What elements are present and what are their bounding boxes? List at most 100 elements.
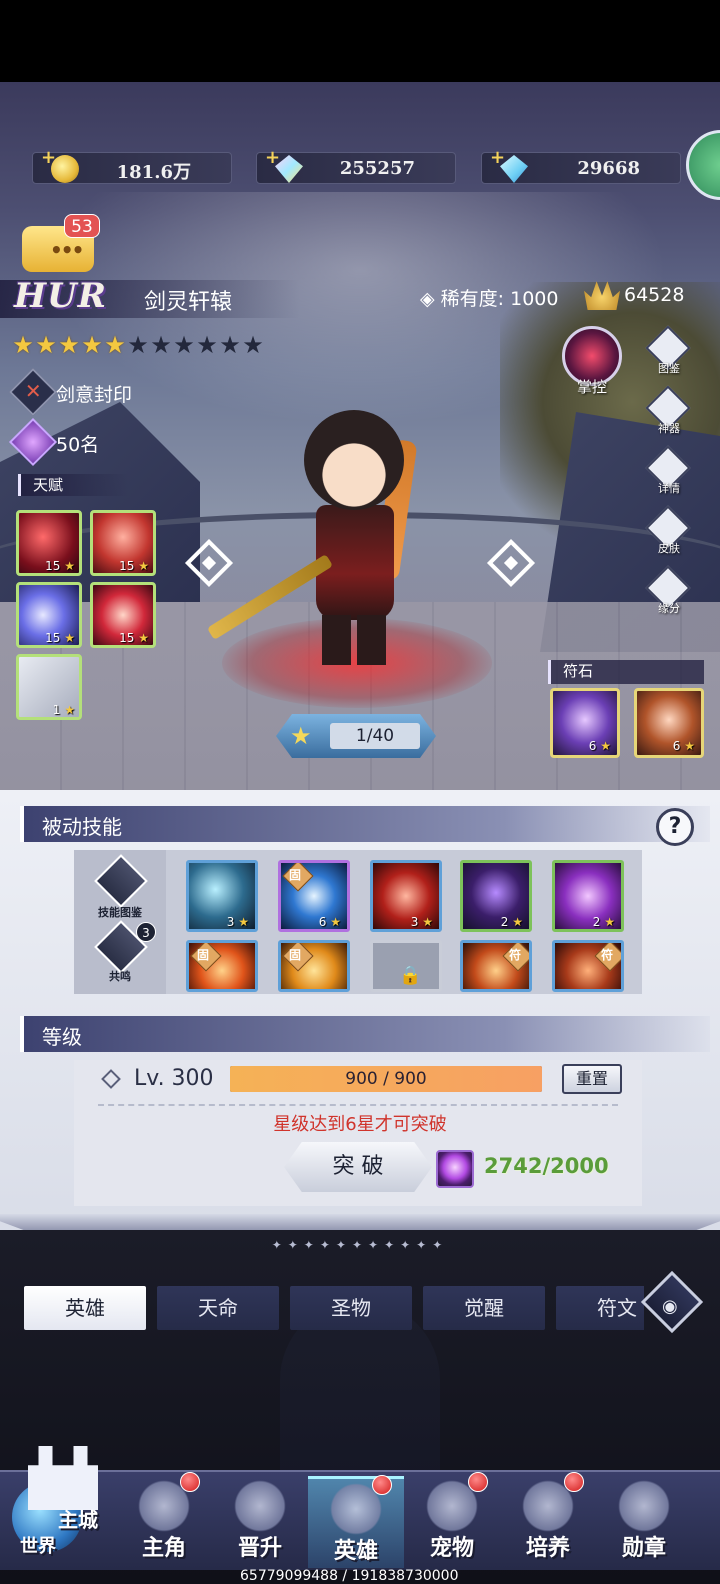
- gem-resource[interactable]: + 255257: [256, 147, 456, 184]
- skill-codex-button[interactable]: 技能图鉴: [90, 854, 150, 919]
- talent-skill-4[interactable]: 15: [90, 582, 156, 648]
- skill-codex-label: 技能图鉴: [98, 906, 142, 919]
- star-rating: ★ ★ ★ ★ ★ ★ ★ ★ ★ ★ ★: [12, 331, 264, 359]
- rarity-label: 稀有度:: [440, 288, 505, 310]
- fixed-tag: 固: [197, 948, 210, 962]
- gold-resource[interactable]: + 181.6万: [32, 147, 232, 184]
- tab-relic[interactable]: 圣物: [290, 1286, 412, 1330]
- star-empty-icon: ★: [219, 331, 241, 359]
- passive-skill-4[interactable]: 2: [460, 860, 532, 932]
- resonance-label: 共鸣: [109, 970, 131, 983]
- ellipsis-icon: •••: [50, 238, 84, 262]
- nav-protagonist[interactable]: 主角: [116, 1472, 212, 1568]
- passive-skill-1[interactable]: 3: [186, 860, 258, 932]
- passive-skill-2[interactable]: 固 6: [278, 860, 350, 932]
- passive-skill-9[interactable]: 符: [460, 940, 532, 992]
- talent-skill-2[interactable]: 15: [90, 510, 156, 576]
- fixed-tag: 固: [289, 868, 302, 882]
- star-empty-icon: ★: [150, 331, 172, 359]
- world-button[interactable]: 主城 世界: [8, 1434, 110, 1560]
- tab-awaken[interactable]: 觉醒: [423, 1286, 545, 1330]
- skill-level: 1: [53, 703, 75, 717]
- side-btn-label: 图鉴: [658, 362, 680, 375]
- nav-label: 勋章: [621, 1535, 666, 1561]
- star-filled-icon: ★: [58, 331, 80, 359]
- talent-skill-1[interactable]: 15: [16, 510, 82, 576]
- skill-level: 6: [319, 915, 341, 929]
- help-button[interactable]: ?: [656, 808, 694, 846]
- main-city-label: 主城: [58, 1508, 98, 1532]
- reset-button[interactable]: 重置: [562, 1064, 622, 1094]
- notification-dot: [180, 1472, 200, 1492]
- exclusive-tag: 符: [509, 948, 522, 962]
- nav-label: 英雄: [333, 1538, 378, 1564]
- castle-icon: [28, 1446, 98, 1510]
- nav-label: 主角: [141, 1535, 186, 1561]
- side-btn-details[interactable]: 详情: [645, 445, 692, 496]
- exclusive-tag: 符: [601, 948, 614, 962]
- side-btn-label: 详情: [658, 482, 680, 495]
- passive-skill-6[interactable]: 固: [186, 940, 258, 992]
- passive-skill-locked[interactable]: 🔒: [370, 940, 442, 992]
- hero-tabs: 英雄 天命 圣物 觉醒 符文: [24, 1286, 644, 1332]
- skill-level: 15: [119, 631, 149, 645]
- nav-label: 晋升: [237, 1535, 282, 1561]
- tab-destiny[interactable]: 天命: [157, 1286, 279, 1330]
- hero-title: 剑意封印: [56, 384, 133, 406]
- gold-coin-icon: [51, 155, 79, 183]
- rarity-stat: ◈ 稀有度: 1000: [420, 284, 558, 311]
- nav-medals[interactable]: 勋章: [596, 1476, 692, 1568]
- side-btn-codex[interactable]: 图鉴: [645, 325, 692, 376]
- star-empty-icon: ★: [196, 331, 218, 359]
- ascension-progress: 1/40: [330, 723, 420, 749]
- gem-amount: 255257: [339, 158, 415, 179]
- passive-skill-10[interactable]: 符: [552, 940, 624, 992]
- nav-label: 培养: [525, 1535, 570, 1561]
- passive-skill-7[interactable]: 固: [278, 940, 350, 992]
- exp-text: 900 / 900: [345, 1069, 427, 1089]
- side-btn-bond[interactable]: 缘分: [645, 565, 692, 616]
- passive-skill-3[interactable]: 3: [370, 860, 442, 932]
- nav-pets[interactable]: 宠物: [404, 1472, 500, 1568]
- talent-skill-3[interactable]: 15: [16, 582, 82, 648]
- skill-level: 3: [411, 915, 433, 929]
- tab-more-button[interactable]: ◉: [640, 1270, 704, 1336]
- star-filled-icon: ★: [35, 331, 57, 359]
- lock-icon: 🔒: [399, 965, 422, 986]
- control-label: 掌控: [576, 378, 607, 396]
- notification-dot: [468, 1472, 488, 1492]
- tab-rune[interactable]: 符文: [556, 1286, 644, 1330]
- diamond-resource[interactable]: + 29668: [481, 147, 681, 184]
- gold-amount: 181.6万: [116, 162, 191, 183]
- side-btn-artifact[interactable]: 神器: [645, 385, 692, 436]
- resonance-badge: 3: [136, 922, 156, 942]
- section-title: 被动技能: [42, 815, 122, 839]
- tab-hero[interactable]: 英雄: [24, 1286, 146, 1330]
- nav-promote[interactable]: 晋升: [212, 1476, 308, 1568]
- talent-skill-5[interactable]: 1: [16, 654, 82, 720]
- passive-skill-5[interactable]: 2: [552, 860, 624, 932]
- fixed-tag: 固: [289, 948, 302, 962]
- breakthrough-warning: 星级达到6星才可突破: [273, 1114, 447, 1135]
- resonance-button[interactable]: 3 共鸣: [90, 920, 156, 984]
- exp-bar: 900 / 900: [230, 1066, 542, 1092]
- power-value: 64528: [624, 284, 685, 306]
- side-btn-label: 皮肤: [658, 542, 680, 555]
- level-header: 等级: [20, 1016, 710, 1052]
- dots-ornament: ✦✦✦✦✦✦✦✦✦✦✦: [271, 1238, 449, 1252]
- material-count: 2742/2000: [484, 1154, 609, 1178]
- rarity-tier: HUR: [14, 276, 108, 316]
- book-icon: [94, 854, 148, 908]
- divider: [98, 1104, 618, 1106]
- breakthrough-button[interactable]: 突 破: [284, 1142, 432, 1192]
- nav-heroes[interactable]: 英雄: [308, 1475, 404, 1568]
- side-btn-label: 神器: [658, 422, 680, 435]
- nav-cultivate[interactable]: 培养: [500, 1472, 596, 1568]
- chat-count-badge: 53: [64, 214, 100, 238]
- footer-id: 65779099488 / 191838730000: [240, 1568, 459, 1584]
- star-filled-icon: ★: [12, 331, 34, 359]
- side-btn-skin[interactable]: 皮肤: [645, 505, 692, 556]
- rune-slot-2[interactable]: 6: [634, 688, 704, 758]
- world-label: 世界: [20, 1536, 56, 1557]
- rune-slot-1[interactable]: 6: [550, 688, 620, 758]
